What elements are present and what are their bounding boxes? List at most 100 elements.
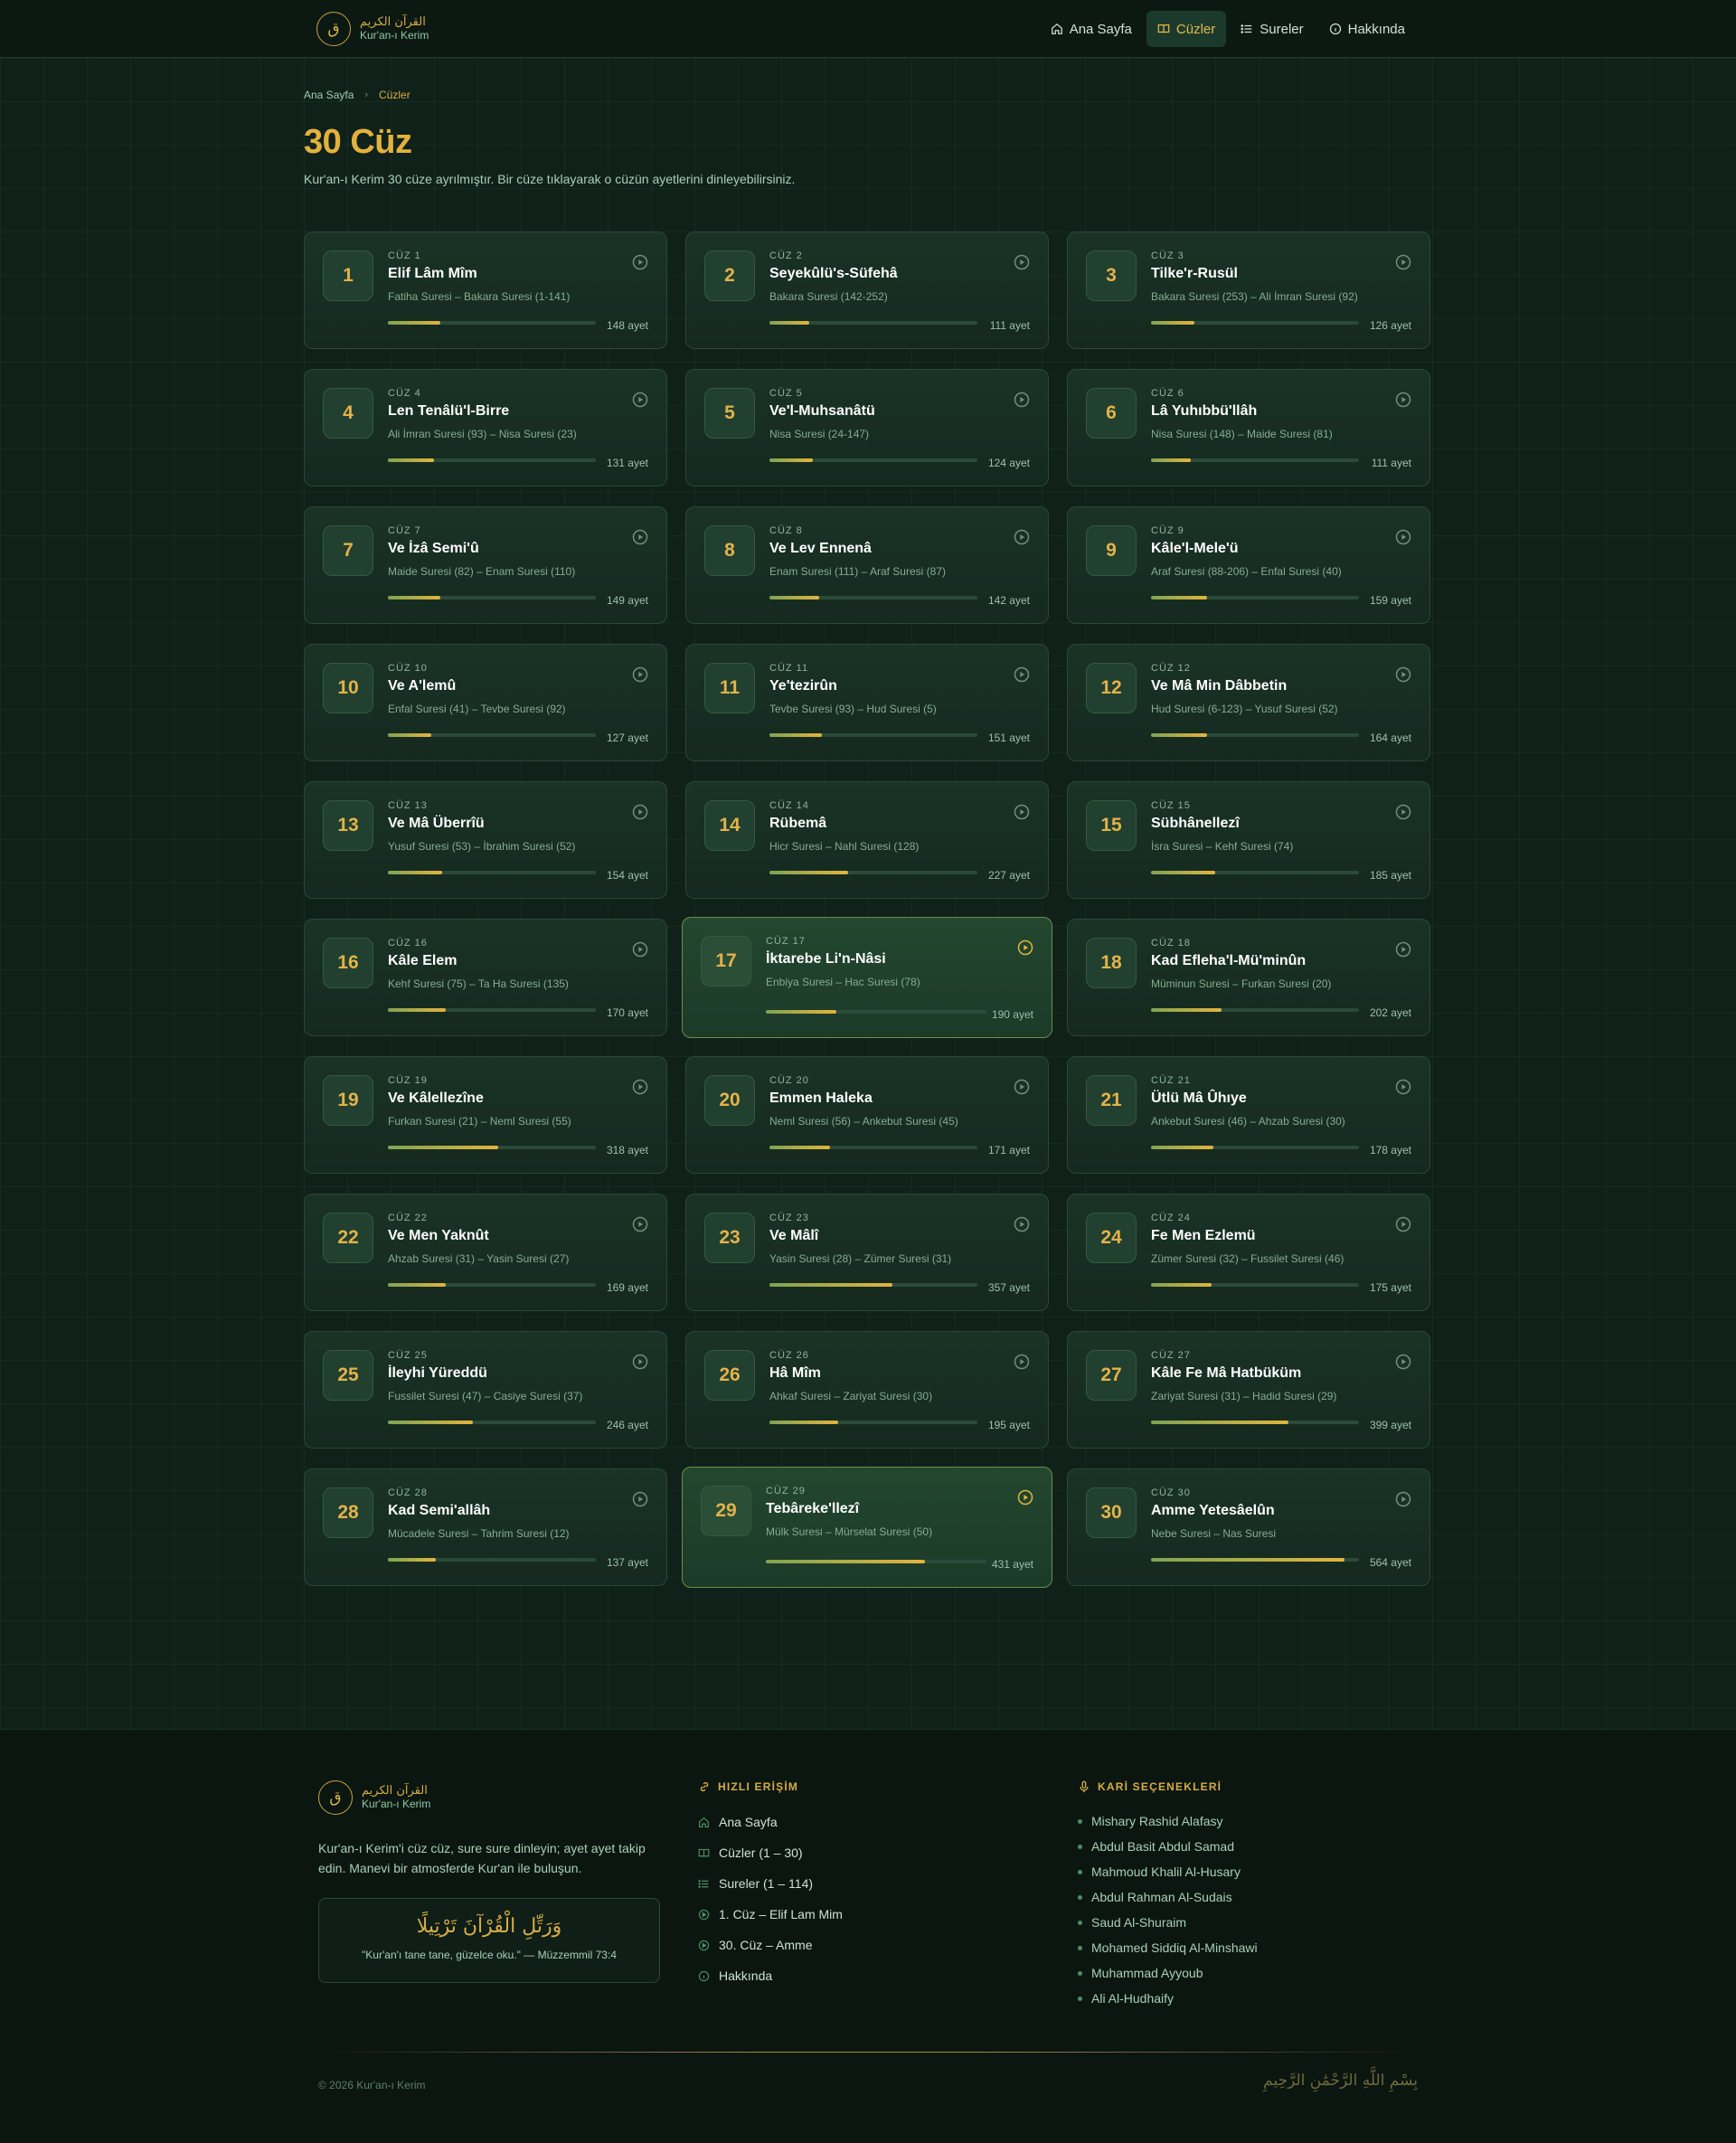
- cuz-card[interactable]: 11 CÜZ 11 Ye'tezirûn Tevbe Suresi (93) –…: [685, 644, 1049, 761]
- play-icon[interactable]: [1014, 529, 1030, 545]
- play-icon[interactable]: [1395, 1354, 1411, 1370]
- progress-track: [1151, 458, 1359, 462]
- reciter-name: Abdul Rahman Al-Sudais: [1091, 1890, 1232, 1904]
- play-icon[interactable]: [1014, 1216, 1030, 1232]
- play-icon[interactable]: [1395, 1079, 1411, 1095]
- progress-track: [769, 458, 977, 462]
- play-icon[interactable]: [1014, 392, 1030, 408]
- play-icon[interactable]: [1014, 804, 1030, 820]
- play-icon[interactable]: [1017, 939, 1033, 956]
- cuz-card[interactable]: 28 CÜZ 28 Kad Semi'allâh Mücadele Suresi…: [304, 1468, 667, 1586]
- reciter-item[interactable]: Muhammad Ayyoub: [1078, 1965, 1258, 1981]
- play-icon[interactable]: [632, 254, 648, 270]
- play-icon[interactable]: [632, 1216, 648, 1232]
- cuz-range: Mücadele Suresi – Tahrim Suresi (12): [388, 1527, 570, 1540]
- progress-track: [1151, 321, 1359, 325]
- ayet-count: 246 ayet: [606, 1419, 648, 1431]
- play-icon[interactable]: [632, 941, 648, 958]
- play-icon[interactable]: [1395, 804, 1411, 820]
- cuz-card[interactable]: 6 CÜZ 6 Lâ Yuhıbbü'llâh Nisa Suresi (148…: [1067, 369, 1430, 486]
- play-icon[interactable]: [1017, 1489, 1033, 1506]
- brand[interactable]: ق القرآن الكريم Kur'an-ı Kerim: [316, 12, 429, 46]
- reciter-item[interactable]: Ali Al-Hudhaify: [1078, 1990, 1258, 2006]
- cuz-card[interactable]: 12 CÜZ 12 Ve Mâ Min Dâbbetin Hud Suresi …: [1067, 644, 1430, 761]
- breadcrumb-home[interactable]: Ana Sayfa: [304, 89, 354, 101]
- cuz-card[interactable]: 13 CÜZ 13 Ve Mâ Überrîü Yusuf Suresi (53…: [304, 781, 667, 899]
- cuz-card[interactable]: 29 CÜZ 29 Tebâreke'llezî Mülk Suresi – M…: [682, 1467, 1052, 1588]
- play-icon[interactable]: [632, 1079, 648, 1095]
- cuz-card[interactable]: 10 CÜZ 10 Ve A'lemû Enfal Suresi (41) – …: [304, 644, 667, 761]
- cuz-card[interactable]: 19 CÜZ 19 Ve Kâlellezîne Furkan Suresi (…: [304, 1056, 667, 1174]
- cuz-name: Kad Efleha'l-Mü'minûn: [1151, 953, 1307, 968]
- reciter-item[interactable]: Abdul Basit Abdul Samad: [1078, 1838, 1258, 1855]
- progress-fill: [388, 1008, 447, 1012]
- cuz-card[interactable]: 9 CÜZ 9 Kâle'l-Mele'ü Araf Suresi (88-20…: [1067, 506, 1430, 624]
- cuz-card[interactable]: 1 CÜZ 1 Elif Lâm Mîm Fatiha Suresi – Bak…: [304, 231, 667, 349]
- cuz-card[interactable]: 4 CÜZ 4 Len Tenâlü'l-Birre Ali İmran Sur…: [304, 369, 667, 486]
- footer-logo: ق: [318, 1780, 353, 1815]
- reciter-item[interactable]: Mohamed Siddiq Al-Minshawi: [1078, 1940, 1258, 1956]
- cuz-range: Yusuf Suresi (53) – İbrahim Suresi (52): [388, 840, 576, 853]
- cuz-card[interactable]: 8 CÜZ 8 Ve Lev Ennenâ Enam Suresi (111) …: [685, 506, 1049, 624]
- play-icon[interactable]: [1014, 1079, 1030, 1095]
- play-icon[interactable]: [632, 1354, 648, 1370]
- cuz-range: Bakara Suresi (142-252): [769, 290, 888, 303]
- play-icon[interactable]: [1014, 254, 1030, 270]
- footer-link-cuzler[interactable]: Cüzler (1 – 30): [698, 1844, 843, 1862]
- cuz-card[interactable]: 16 CÜZ 16 Kâle Elem Kehf Suresi (75) – T…: [304, 919, 667, 1036]
- cuz-card[interactable]: 23 CÜZ 23 Ve Mâlî Yasin Suresi (28) – Zü…: [685, 1194, 1049, 1311]
- cuz-card[interactable]: 15 CÜZ 15 Sübhânellezî İsra Suresi – Keh…: [1067, 781, 1430, 899]
- footer-link-label: 30. Cüz – Amme: [719, 1938, 813, 1952]
- play-icon[interactable]: [1395, 941, 1411, 958]
- cuz-card[interactable]: 3 CÜZ 3 Tilke'r-Rusül Bakara Suresi (253…: [1067, 231, 1430, 349]
- cuz-card[interactable]: 27 CÜZ 27 Kâle Fe Mâ Hatbüküm Zariyat Su…: [1067, 1331, 1430, 1449]
- footer-link-sureler[interactable]: Sureler (1 – 114): [698, 1874, 843, 1893]
- reciter-item[interactable]: Abdul Rahman Al-Sudais: [1078, 1889, 1258, 1905]
- cuz-card[interactable]: 20 CÜZ 20 Emmen Haleka Neml Suresi (56) …: [685, 1056, 1049, 1174]
- play-icon[interactable]: [1395, 1491, 1411, 1507]
- nav-cuzler[interactable]: Cüzler: [1146, 11, 1227, 47]
- progress-track: [769, 596, 977, 599]
- footer-link-cuz-30[interactable]: 30. Cüz – Amme: [698, 1936, 843, 1954]
- play-icon[interactable]: [1395, 1216, 1411, 1232]
- footer-link-cuz-1[interactable]: 1. Cüz – Elif Lam Mim: [698, 1905, 843, 1923]
- cuz-card[interactable]: 21 CÜZ 21 Ütlü Mâ Ûhıye Ankebut Suresi (…: [1067, 1056, 1430, 1174]
- reciter-item[interactable]: Mishary Rashid Alafasy: [1078, 1813, 1258, 1829]
- cuz-card[interactable]: 17 CÜZ 17 İktarebe Li'n-Nâsi Enbiya Sure…: [682, 917, 1052, 1038]
- cuz-card[interactable]: 25 CÜZ 25 İleyhi Yüreddü Fussilet Suresi…: [304, 1331, 667, 1449]
- play-icon[interactable]: [1395, 529, 1411, 545]
- play-icon[interactable]: [1395, 392, 1411, 408]
- nav-home[interactable]: Ana Sayfa: [1040, 11, 1143, 47]
- footer: ق القرآن الكريم Kur'an-ı Kerim Kur'an-ı …: [0, 1729, 1736, 2143]
- play-icon[interactable]: [632, 392, 648, 408]
- reciter-item[interactable]: Saud Al-Shuraim: [1078, 1914, 1258, 1931]
- progress-track: [388, 1283, 596, 1287]
- footer-link-label: Hakkında: [719, 1968, 773, 1983]
- footer-link-home[interactable]: Ana Sayfa: [698, 1813, 843, 1831]
- cuz-card[interactable]: 30 CÜZ 30 Amme Yetesâelûn Nebe Suresi – …: [1067, 1468, 1430, 1586]
- play-icon[interactable]: [632, 529, 648, 545]
- nav-sureler[interactable]: Sureler: [1230, 11, 1314, 47]
- reciter-item[interactable]: Mahmoud Khalil Al-Husary: [1078, 1864, 1258, 1880]
- cuz-card[interactable]: 7 CÜZ 7 Ve İzâ Semi'û Maide Suresi (82) …: [304, 506, 667, 624]
- footer-link-hakkinda[interactable]: Hakkında: [698, 1967, 843, 1985]
- play-icon[interactable]: [1014, 1354, 1030, 1370]
- play-icon[interactable]: [1395, 254, 1411, 270]
- cuz-card[interactable]: 5 CÜZ 5 Ve'l-Muhsanâtü Nisa Suresi (24-1…: [685, 369, 1049, 486]
- cuz-card[interactable]: 2 CÜZ 2 Seyekûlü's-Süfehâ Bakara Suresi …: [685, 231, 1049, 349]
- nav-hakkinda[interactable]: Hakkında: [1318, 11, 1416, 47]
- footer-brand[interactable]: ق القرآن الكريم Kur'an-ı Kerim: [318, 1780, 430, 1815]
- cuz-range: Enam Suresi (111) – Araf Suresi (87): [769, 565, 946, 578]
- cuz-card[interactable]: 26 CÜZ 26 Hâ Mîm Ahkaf Suresi – Zariyat …: [685, 1331, 1049, 1449]
- play-icon[interactable]: [1395, 666, 1411, 683]
- cuz-number: 28: [323, 1487, 373, 1538]
- cuz-card[interactable]: 24 CÜZ 24 Fe Men Ezlemü Zümer Suresi (32…: [1067, 1194, 1430, 1311]
- cuz-card[interactable]: 18 CÜZ 18 Kad Efleha'l-Mü'minûn Müminun …: [1067, 919, 1430, 1036]
- progress-fill: [1151, 1146, 1213, 1149]
- play-icon[interactable]: [632, 666, 648, 683]
- cuz-card[interactable]: 22 CÜZ 22 Ve Men Yaknût Ahzab Suresi (31…: [304, 1194, 667, 1311]
- play-icon[interactable]: [632, 1491, 648, 1507]
- play-icon[interactable]: [1014, 666, 1030, 683]
- play-icon[interactable]: [632, 804, 648, 820]
- cuz-card[interactable]: 14 CÜZ 14 Rübemâ Hicr Suresi – Nahl Sure…: [685, 781, 1049, 899]
